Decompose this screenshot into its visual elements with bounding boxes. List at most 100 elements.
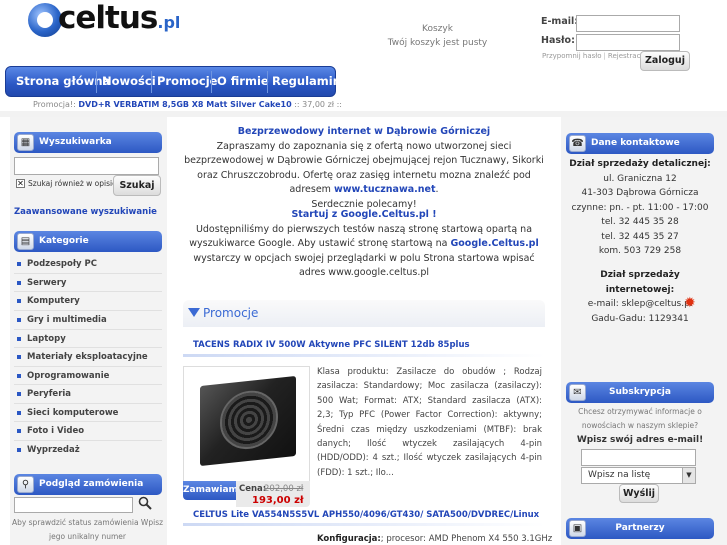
- nav-promotions[interactable]: Promocje: [157, 74, 217, 88]
- category-divider: [14, 440, 162, 441]
- order-search-icon[interactable]: [138, 496, 152, 510]
- magnifier-icon: ⚲: [17, 476, 34, 493]
- logo-icon: [28, 3, 62, 37]
- promo-price: :: 37,00 zł ::: [294, 100, 342, 109]
- subscription-header: ✉ Subskrypcja: [566, 382, 714, 403]
- google-celtus-link[interactable]: Google.Celtus.pl: [450, 238, 538, 249]
- internet-sales-title: Dział sprzedaży internetowej:: [600, 270, 680, 295]
- cart-summary[interactable]: Koszyk Twój koszyk jest pusty: [380, 22, 495, 50]
- search-description-checkbox[interactable]: ✕: [16, 179, 25, 188]
- category-divider: [14, 347, 162, 348]
- retail-line: czynne: pn. - pt. 11:00 - 17:00: [571, 202, 709, 213]
- search-description-label: Szukaj również w opisie: [28, 179, 117, 188]
- gadu-gadu-icon: ✹: [684, 295, 696, 311]
- send-button[interactable]: Wyślij: [619, 484, 659, 503]
- password-field[interactable]: [576, 34, 680, 51]
- promo-ticker[interactable]: Promocja!: DVD+R VERBATIM 8,5GB X8 Matt …: [33, 100, 342, 109]
- category-item[interactable]: Wyprzedaż: [17, 445, 80, 455]
- price-box: Cena: 202,00 zł 193,00 zł: [236, 481, 310, 507]
- category-divider: [14, 403, 162, 404]
- category-item[interactable]: Foto i Video: [17, 426, 84, 436]
- search-box-title: Wyszukiwarka: [39, 137, 112, 147]
- category-divider: [14, 384, 162, 385]
- retail-line: ul. Graniczna 12: [603, 173, 677, 184]
- product-divider: [183, 523, 545, 526]
- category-item[interactable]: Sieci komputerowe: [17, 408, 118, 418]
- logo-text: celtus.pl: [58, 0, 181, 36]
- retail-line: tel. 32 445 35 27: [601, 231, 679, 242]
- search-button[interactable]: Szukaj: [113, 175, 161, 196]
- order-lookup-title: Podgląd zamówienia: [39, 479, 144, 489]
- category-item[interactable]: Materiały eksploatacyjne: [17, 352, 148, 362]
- internet-news-title: Bezprzewodowy internet w Dąbrowie Górnic…: [237, 126, 491, 137]
- nav-separator: [211, 71, 212, 93]
- advanced-search-link[interactable]: Zaawansowane wyszukiwanie: [14, 207, 157, 217]
- category-item[interactable]: Gry i multimedia: [17, 315, 107, 325]
- power-supply-image: [200, 375, 296, 467]
- order-lookup-header: ⚲ Podgląd zamówienia: [14, 474, 162, 495]
- cart-title: Koszyk: [422, 24, 453, 34]
- category-item[interactable]: Komputery: [17, 296, 80, 306]
- categories-icon: ▤: [17, 233, 34, 250]
- order-number-input[interactable]: [14, 497, 133, 513]
- category-divider: [14, 366, 162, 367]
- category-divider: [14, 310, 162, 311]
- order-lookup-help: Aby sprawdzić status zamówienia Wpisz je…: [11, 518, 164, 541]
- retail-line: kom. 503 729 258: [598, 246, 682, 256]
- nav-terms[interactable]: Regulamin: [272, 74, 341, 88]
- password-label: Hasło:: [541, 35, 575, 46]
- product-title[interactable]: CELTUS Lite VA554N5S5VL APH550/4096/GT43…: [193, 510, 539, 520]
- search-box-header: ▦ Wyszukiwarka: [14, 132, 162, 153]
- email-label: E-mail:: [541, 16, 579, 27]
- category-divider: [14, 329, 162, 330]
- new-price: 193,00 zł: [252, 495, 304, 506]
- product-image[interactable]: [183, 366, 310, 482]
- google-news-body: Udostępniliśmy do pierwszych testów nasz…: [189, 223, 539, 279]
- category-item[interactable]: Podzespoły PC: [17, 259, 97, 269]
- nav-about[interactable]: O firmie: [217, 74, 269, 88]
- internet-news: Bezprzewodowy internet w Dąbrowie Górnic…: [183, 125, 545, 212]
- partners-title: Partnerzy: [615, 523, 665, 533]
- promo-product[interactable]: DVD+R VERBATIM 8,5GB X8 Matt Silver Cake…: [78, 100, 291, 109]
- promo-label: Promocja!:: [33, 100, 76, 109]
- category-divider: [14, 421, 162, 422]
- search-input[interactable]: [14, 157, 159, 175]
- category-item[interactable]: Oprogramowanie: [17, 371, 109, 381]
- category-divider: [14, 273, 162, 274]
- promotions-header: Promocje: [183, 300, 545, 327]
- order-button[interactable]: Zamawiam: [183, 481, 238, 500]
- subscription-title: Subskrypcja: [609, 387, 671, 397]
- subscription-select[interactable]: Wpisz na listę ▼: [581, 467, 696, 484]
- logo[interactable]: celtus.pl: [28, 0, 183, 40]
- partners-header: ▣ Partnerzy: [566, 518, 714, 539]
- retail-title: Dział sprzedaży detalicznej:: [569, 159, 711, 169]
- price-label: Cena:: [239, 484, 267, 494]
- remind-password-link[interactable]: Przypomnij hasło: [542, 52, 602, 60]
- main-nav: Strona główna Nowości Promocje O firmie …: [5, 66, 341, 97]
- old-price: 202,00 zł: [264, 484, 304, 494]
- retail-line: 41-303 Dąbrowa Górnicza: [581, 188, 699, 198]
- login-button[interactable]: Zaloguj: [640, 51, 690, 71]
- retail-contact: Dział sprzedaży detalicznej: ul. Granicz…: [566, 157, 714, 259]
- internet-news-body: Zapraszamy do zapoznania się z ofertą no…: [184, 140, 544, 196]
- search-box-icon: ▦: [17, 134, 34, 151]
- subscription-prompt: Wpisz swój adres e-mail!: [576, 435, 704, 445]
- subscription-email-input[interactable]: [581, 449, 696, 466]
- google-news: Startuj z Google.Celtus.pl ! Udostępnili…: [183, 208, 545, 281]
- tucznawa-link[interactable]: www.tucznawa.net: [334, 184, 436, 195]
- category-item[interactable]: Laptopy: [17, 334, 66, 344]
- arrow-down-icon: [188, 308, 200, 317]
- email-field[interactable]: [576, 15, 680, 32]
- nav-separator: [96, 71, 97, 93]
- nav-new[interactable]: Nowości: [102, 74, 156, 88]
- product-divider: [183, 354, 545, 357]
- category-item[interactable]: Peryferia: [17, 389, 71, 399]
- category-item[interactable]: Serwery: [17, 278, 66, 288]
- gadu-gadu-contact[interactable]: Gadu-Gadu: 1129341: [566, 312, 714, 327]
- promotions-title: Promocje: [203, 306, 259, 320]
- contact-header: ☎ Dane kontaktowe: [566, 133, 714, 154]
- category-divider: [14, 291, 162, 292]
- nav-separator: [151, 71, 152, 93]
- product-title[interactable]: TACENS RADIX IV 500W Aktywne PFC SILENT …: [193, 340, 470, 350]
- phone-icon: ☎: [569, 135, 586, 152]
